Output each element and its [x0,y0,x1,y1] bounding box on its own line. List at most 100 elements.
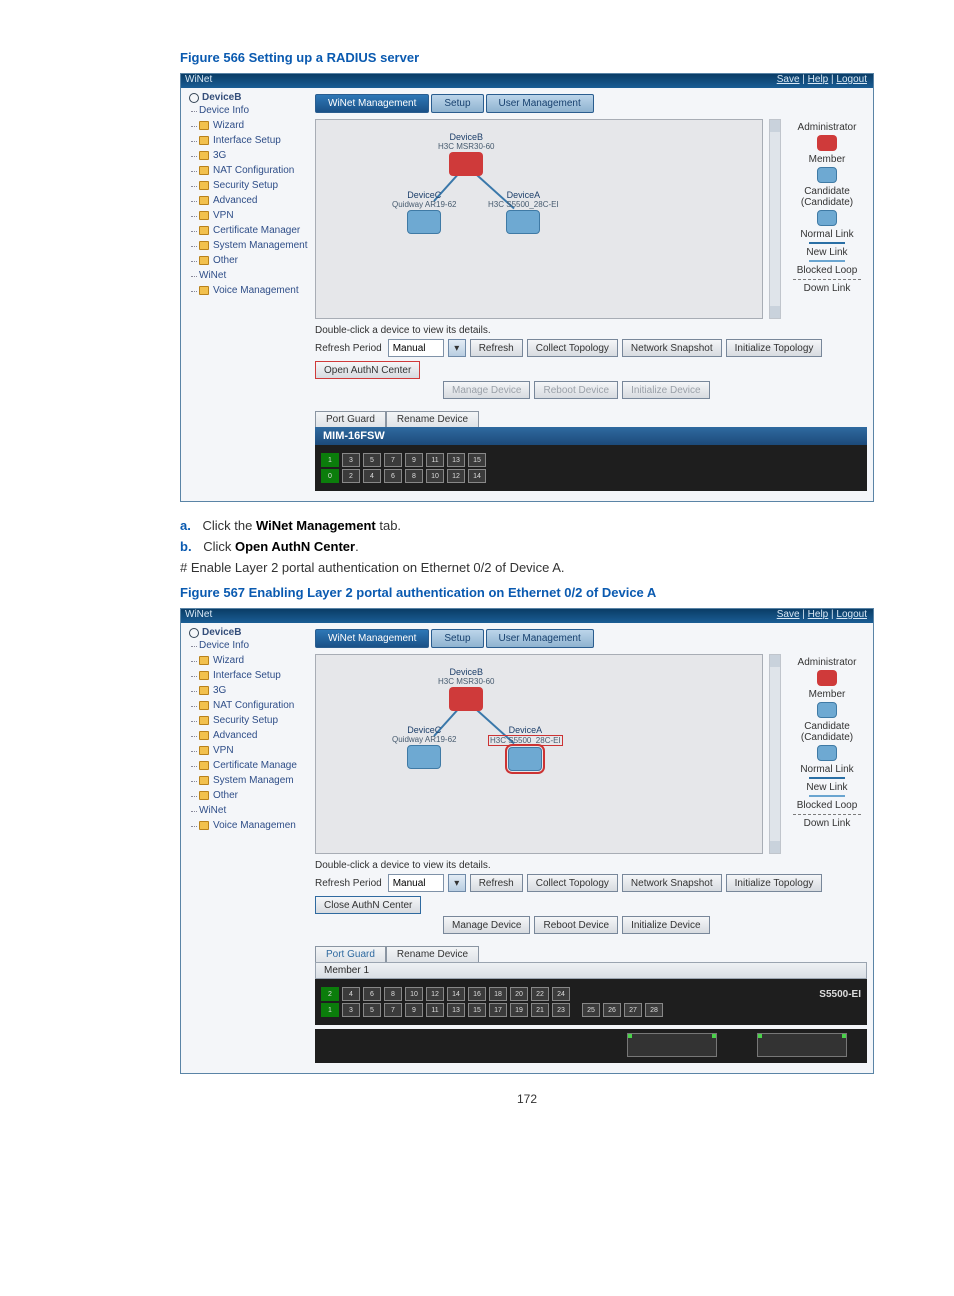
port[interactable]: 6 [363,987,381,1001]
topo-device-a[interactable]: DeviceAH3C S5500_28C-EI [488,190,559,234]
tab-setup[interactable]: Setup [431,629,483,648]
nav-3g[interactable]: 3G [185,683,311,698]
topo-device-b[interactable]: DeviceBH3C MSR30-60 [438,132,494,176]
port[interactable]: 11 [426,1003,444,1017]
port[interactable]: 9 [405,453,423,467]
logout-link[interactable]: Logout [836,609,867,620]
port[interactable]: 5 [363,1003,381,1017]
scrollbar[interactable] [769,119,781,319]
port[interactable]: 0 [321,469,339,483]
member-tab[interactable]: Member 1 [315,962,867,979]
refresh-button[interactable]: Refresh [470,339,523,357]
port[interactable]: 1 [321,453,339,467]
collect-topology-button[interactable]: Collect Topology [527,339,618,357]
open-authn-center-button[interactable]: Open AuthN Center [315,361,420,379]
port[interactable]: 4 [363,469,381,483]
port[interactable]: 7 [384,453,402,467]
port[interactable]: 8 [384,987,402,1001]
nav-3g[interactable]: 3G [185,148,311,163]
nav-other[interactable]: Other [185,253,311,268]
port[interactable]: 24 [552,987,570,1001]
scroll-up-icon[interactable] [770,120,780,132]
port[interactable]: 22 [531,987,549,1001]
nav-winet[interactable]: WiNet [185,268,311,283]
topo-device-c[interactable]: DeviceCQuidway AR19-62 [392,190,456,234]
port[interactable]: 3 [342,1003,360,1017]
dropdown-icon[interactable]: ▾ [448,339,466,357]
port[interactable]: 25 [582,1003,600,1017]
network-snapshot-button[interactable]: Network Snapshot [622,339,722,357]
nav-vpn[interactable]: VPN [185,743,311,758]
nav-wizard[interactable]: Wizard [185,653,311,668]
nav-interface-setup[interactable]: Interface Setup [185,133,311,148]
port[interactable]: 12 [447,469,465,483]
port[interactable]: 20 [510,987,528,1001]
refresh-period-input[interactable] [388,874,444,892]
nav-interface-setup[interactable]: Interface Setup [185,668,311,683]
nav-wizard[interactable]: Wizard [185,118,311,133]
scroll-up-icon[interactable] [770,655,780,667]
sfp-slot[interactable] [757,1033,847,1057]
nav-root[interactable]: DeviceB [185,627,311,638]
nav-advanced[interactable]: Advanced [185,728,311,743]
nav-nat[interactable]: NAT Configuration [185,163,311,178]
port[interactable]: 23 [552,1003,570,1017]
network-snapshot-button[interactable]: Network Snapshot [622,874,722,892]
refresh-period-input[interactable] [388,339,444,357]
tab-user-management[interactable]: User Management [486,94,594,113]
dropdown-icon[interactable]: ▾ [448,874,466,892]
logout-link[interactable]: Logout [836,74,867,85]
nav-voice[interactable]: Voice Managemen [185,818,311,833]
close-authn-center-button[interactable]: Close AuthN Center [315,896,421,914]
port[interactable]: 27 [624,1003,642,1017]
port[interactable]: 2 [342,469,360,483]
scroll-down-icon[interactable] [770,306,780,318]
port[interactable]: 18 [489,987,507,1001]
nav-nat[interactable]: NAT Configuration [185,698,311,713]
help-link[interactable]: Help [808,74,829,85]
rename-device-tab[interactable]: Rename Device [386,946,479,962]
nav-vpn[interactable]: VPN [185,208,311,223]
port[interactable]: 1 [321,1003,339,1017]
nav-system[interactable]: System Managem [185,773,311,788]
port[interactable]: 10 [426,469,444,483]
topology-canvas[interactable]: DeviceBH3C MSR30-60 DeviceCQuidway AR19-… [315,119,763,319]
port[interactable]: 10 [405,987,423,1001]
tab-user-management[interactable]: User Management [486,629,594,648]
help-link[interactable]: Help [808,609,829,620]
nav-root[interactable]: DeviceB [185,92,311,103]
port[interactable]: 15 [468,453,486,467]
nav-device-info[interactable]: Device Info [185,103,311,118]
save-link[interactable]: Save [777,74,800,85]
nav-cert[interactable]: Certificate Manager [185,223,311,238]
port[interactable]: 4 [342,987,360,1001]
nav-advanced[interactable]: Advanced [185,193,311,208]
port[interactable]: 8 [405,469,423,483]
port[interactable]: 15 [468,1003,486,1017]
topology-canvas[interactable]: DeviceBH3C MSR30-60 DeviceCQuidway AR19-… [315,654,763,854]
collect-topology-button[interactable]: Collect Topology [527,874,618,892]
topo-device-b[interactable]: DeviceBH3C MSR30-60 [438,667,494,711]
topo-device-a[interactable]: DeviceAH3C S5500_28C-EI [488,725,563,771]
initialize-topology-button[interactable]: Initialize Topology [726,339,823,357]
port[interactable]: 19 [510,1003,528,1017]
initialize-topology-button[interactable]: Initialize Topology [726,874,823,892]
port[interactable]: 17 [489,1003,507,1017]
port-guard-tab[interactable]: Port Guard [315,411,386,427]
nav-security[interactable]: Security Setup [185,178,311,193]
nav-device-info[interactable]: Device Info [185,638,311,653]
scrollbar[interactable] [769,654,781,854]
nav-system[interactable]: System Management [185,238,311,253]
tab-setup[interactable]: Setup [431,94,483,113]
refresh-button[interactable]: Refresh [470,874,523,892]
initialize-device-button[interactable]: Initialize Device [622,916,709,934]
tab-winet-management[interactable]: WiNet Management [315,94,429,113]
tab-winet-management[interactable]: WiNet Management [315,629,429,648]
nav-winet[interactable]: WiNet [185,803,311,818]
port[interactable]: 13 [447,1003,465,1017]
port-guard-tab[interactable]: Port Guard [315,946,386,962]
port[interactable]: 6 [384,469,402,483]
manage-device-button[interactable]: Manage Device [443,916,530,934]
save-link[interactable]: Save [777,609,800,620]
rename-device-tab[interactable]: Rename Device [386,411,479,427]
